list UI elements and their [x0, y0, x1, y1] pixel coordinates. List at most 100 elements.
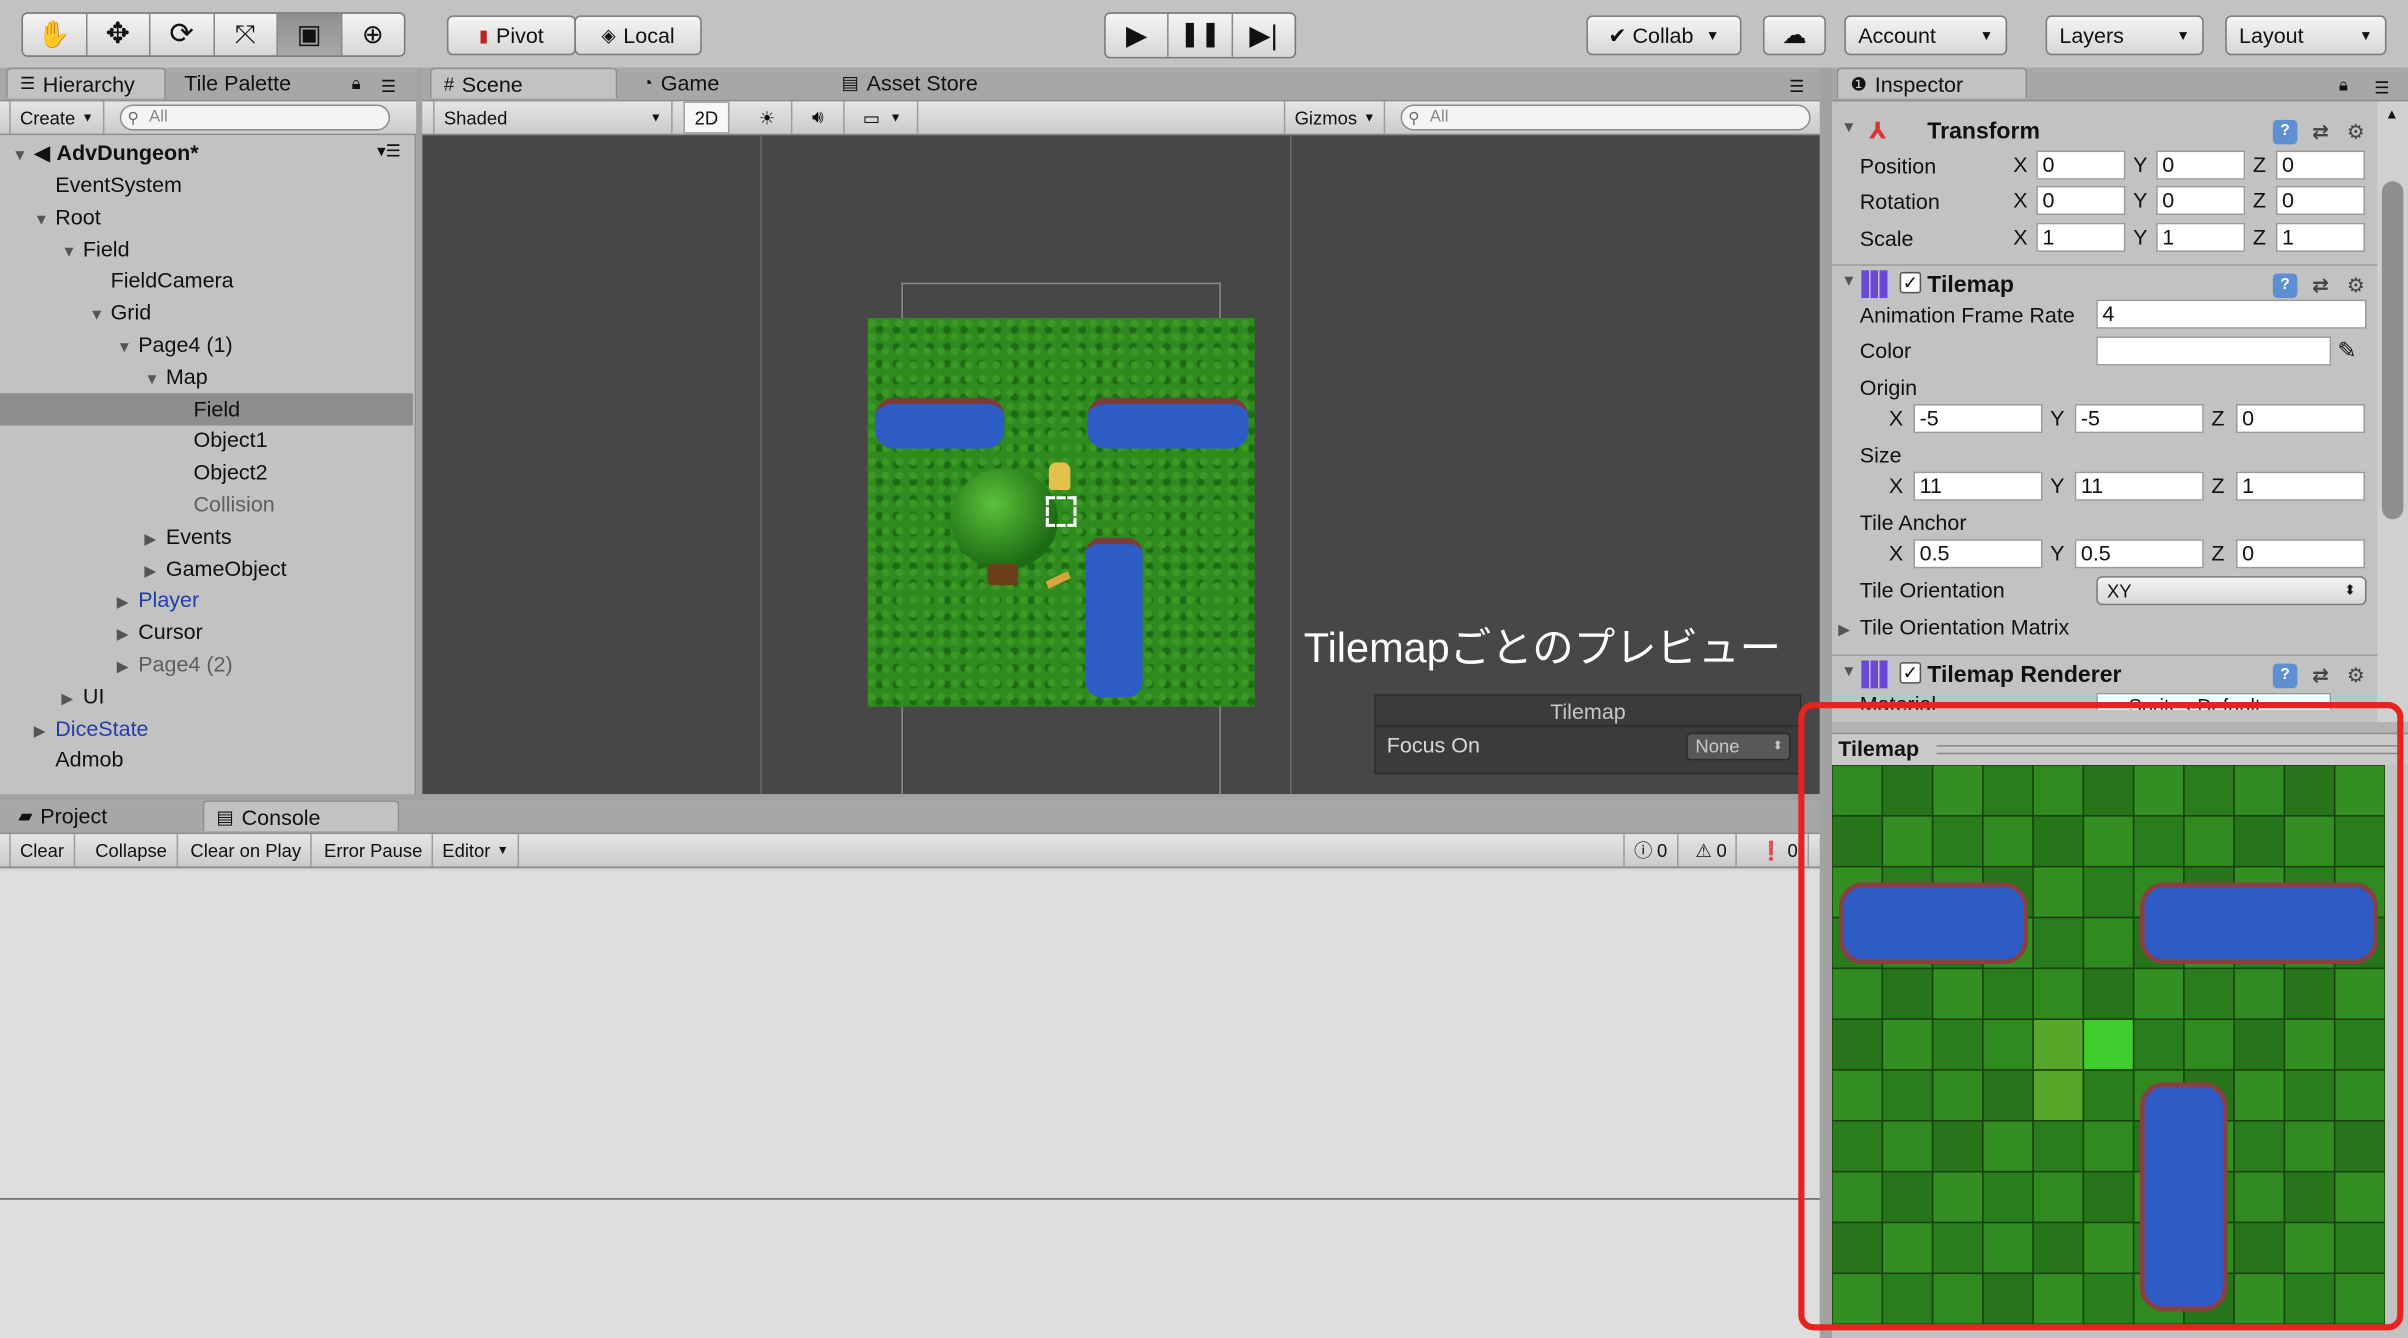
expand-arrow-icon[interactable]: ▼ — [61, 236, 82, 268]
axis-label-x[interactable]: X — [1889, 539, 1903, 568]
clear-button[interactable]: Clear — [9, 834, 75, 867]
axis-label-y[interactable]: Y — [2133, 186, 2147, 215]
tilemap-renderer-enabled-checkbox[interactable]: ✓ — [1899, 662, 1922, 684]
expand-arrow-icon[interactable]: ▶ — [34, 715, 55, 747]
anchor-field-x[interactable]: 0.5 — [1913, 539, 2043, 569]
tab-inspector[interactable]: ❶ Inspector — [1836, 67, 2028, 99]
help-icon[interactable]: ? — [2272, 273, 2298, 299]
scene-root-row[interactable]: ▼ ◀ AdvDungeon* ▾☰ — [0, 137, 413, 169]
transform-tool-icon[interactable]: ⊕ — [341, 13, 404, 56]
scene-menu-icon[interactable]: ☰ — [1789, 77, 1804, 96]
expand-arrow-icon[interactable]: ▼ — [34, 204, 55, 236]
account-dropdown[interactable]: Account ▼ — [1844, 15, 2008, 56]
tilemap-header[interactable]: ▼ ✓ Tilemap ? ⇄ ⚙ — [1832, 264, 2378, 301]
tile-orientation-matrix-row[interactable]: ▶ Tile Orientation Matrix — [1838, 611, 2069, 642]
lighting-toggle[interactable]: ☀ — [743, 101, 793, 134]
vector-field-x[interactable]: 0 — [2036, 150, 2126, 180]
expand-arrow-icon[interactable]: ▶ — [117, 587, 138, 619]
axis-label-z[interactable]: Z — [2211, 472, 2224, 501]
tab-game[interactable]: ◔ Game — [630, 68, 799, 99]
anchor-field-z[interactable]: 0 — [2235, 539, 2365, 569]
vector-field-y[interactable]: 0 — [2156, 185, 2246, 216]
axis-label-x[interactable]: X — [2013, 151, 2027, 180]
panel-menu-icon[interactable]: ☰ — [381, 77, 396, 96]
axis-label-z[interactable]: Z — [2253, 151, 2266, 180]
settings-gear-icon[interactable]: ⚙ — [2343, 273, 2368, 298]
editor-dropdown[interactable]: Editor ▼ — [433, 834, 520, 867]
tab-console[interactable]: ▤ Console — [202, 800, 400, 832]
expand-arrow-icon[interactable]: ▼ — [144, 364, 165, 396]
anchor-field-y[interactable]: 0.5 — [2074, 539, 2204, 569]
hierarchy-item[interactable]: Collision — [0, 489, 413, 521]
settings-gear-icon[interactable]: ⚙ — [2343, 120, 2368, 145]
scroll-up-icon[interactable]: ▲ — [2385, 106, 2399, 121]
hierarchy-item[interactable]: Field — [0, 392, 414, 425]
hierarchy-item[interactable]: ▶ Events — [0, 520, 413, 552]
tab-asset-store[interactable]: ▤ Asset Store — [829, 68, 1044, 99]
expand-arrow-icon[interactable]: ▶ — [117, 619, 138, 651]
tile-orientation-dropdown[interactable]: XY ⬍ — [2096, 576, 2367, 606]
play-icon[interactable]: ▶ — [1105, 13, 1170, 57]
hierarchy-item[interactable]: EventSystem — [0, 169, 413, 201]
size-field-x[interactable]: 11 — [1913, 471, 2043, 501]
layout-dropdown[interactable]: Layout ▼ — [2225, 15, 2387, 56]
tab-project[interactable]: ▰ Project — [6, 800, 193, 831]
preset-icon[interactable]: ⇄ — [2308, 273, 2333, 298]
pause-icon[interactable]: ❚❚ — [1169, 13, 1233, 57]
tab-scene[interactable]: # Scene — [429, 67, 618, 99]
cloud-button[interactable]: ☁ — [1762, 15, 1826, 56]
step-icon[interactable]: ▶| — [1232, 13, 1295, 57]
rect-tool-icon[interactable]: ▣ — [277, 13, 342, 56]
origin-field-z[interactable]: 0 — [2235, 404, 2365, 434]
tilemap-renderer-header[interactable]: ▼ ✓ Tilemap Renderer ? ⇄ ⚙ — [1832, 654, 2378, 691]
color-swatch[interactable] — [2096, 336, 2332, 366]
axis-label-x[interactable]: X — [1889, 472, 1903, 501]
axis-label-x[interactable]: X — [2013, 223, 2027, 252]
origin-field-y[interactable]: -5 — [2074, 404, 2204, 434]
axis-label-y[interactable]: Y — [2050, 472, 2064, 501]
vector-field-z[interactable]: 0 — [2275, 150, 2365, 180]
collab-button[interactable]: ✔ Collab ▼ — [1586, 15, 1742, 56]
hierarchy-item[interactable]: ▶ GameObject — [0, 552, 413, 584]
eyedropper-icon[interactable]: ✎ — [2337, 336, 2356, 364]
axis-label-z[interactable]: Z — [2211, 404, 2224, 433]
origin-field-x[interactable]: -5 — [1913, 404, 2043, 434]
hierarchy-item[interactable]: FieldCamera — [0, 265, 413, 297]
hierarchy-item[interactable]: ▼ Field — [0, 233, 413, 265]
hierarchy-item[interactable]: ▼ Map — [0, 361, 413, 393]
hierarchy-item[interactable]: ▼ Root — [0, 201, 413, 233]
help-icon[interactable]: ? — [2272, 119, 2298, 145]
clear-on-play-button[interactable]: Clear on Play — [181, 834, 312, 867]
preset-icon[interactable]: ⇄ — [2308, 120, 2333, 145]
axis-label-y[interactable]: Y — [2133, 151, 2147, 180]
move-tool-icon[interactable]: ✥ — [86, 13, 151, 56]
axis-label-x[interactable]: X — [2013, 186, 2027, 215]
scene-tilemap[interactable] — [867, 317, 1255, 707]
scene-search-input[interactable]: ⚲ All — [1400, 104, 1811, 131]
panel-menu-icon[interactable]: ☰ — [2374, 78, 2389, 98]
preset-icon[interactable]: ⇄ — [2308, 664, 2333, 689]
help-icon[interactable]: ? — [2272, 663, 2298, 689]
expand-arrow-icon[interactable]: ▼ — [89, 300, 110, 332]
create-dropdown[interactable]: Create ▼ — [9, 101, 105, 134]
gizmos-dropdown[interactable]: Gizmos ▼ — [1283, 101, 1386, 134]
hierarchy-item[interactable]: ▶ Page4 (2) — [0, 648, 413, 680]
pivot-button[interactable]: ▮ Pivot — [446, 15, 576, 56]
audio-toggle[interactable]: 🔊︎ — [792, 101, 845, 134]
axis-label-y[interactable]: Y — [2133, 223, 2147, 252]
2d-toggle[interactable]: 2D — [683, 101, 730, 134]
scene-menu-icon[interactable]: ▾☰ — [377, 137, 401, 169]
vector-field-z[interactable]: 0 — [2275, 185, 2365, 216]
vector-field-y[interactable]: 0 — [2156, 150, 2246, 180]
hierarchy-item[interactable]: ▶ Player — [0, 584, 413, 616]
axis-label-z[interactable]: Z — [2253, 186, 2266, 215]
rotate-tool-icon[interactable]: ⟳ — [150, 13, 215, 56]
hierarchy-item[interactable]: ▶ UI — [0, 680, 413, 712]
axis-label-y[interactable]: Y — [2050, 404, 2064, 433]
hand-tool-icon[interactable]: ✋ — [23, 13, 87, 56]
settings-gear-icon[interactable]: ⚙ — [2343, 664, 2368, 689]
hierarchy-search-input[interactable]: ⚲ All — [119, 104, 391, 131]
scene-viewport[interactable]: Tilemapごとのプレビュー Tilemap Focus On None ⬍ — [422, 135, 1820, 795]
hierarchy-item[interactable]: Admob — [0, 744, 413, 776]
error-pause-button[interactable]: Error Pause — [315, 834, 434, 867]
